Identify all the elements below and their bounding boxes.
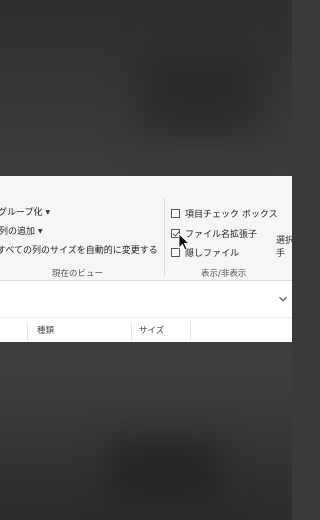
- column-header-type[interactable]: 種類: [37, 324, 54, 336]
- group-divider: [164, 198, 165, 276]
- video-frame: グループ化 ▼ 列の追加 ▼ すべての列のサイズを自動的に変更する 現在のビュー 項…: [0, 0, 292, 520]
- current-view-group-label: 現在のビュー: [52, 269, 104, 279]
- hide-selected-button-clipped[interactable]: 選択: [276, 233, 292, 246]
- size-all-columns-label: すべての列のサイズを自動的に変更する: [0, 246, 158, 256]
- blurred-background-top: [140, 55, 260, 135]
- file-extensions-label: ファイル名拡張子: [185, 229, 258, 240]
- column-header-row: 種類 サイズ: [0, 317, 292, 342]
- view-ribbon: グループ化 ▼ 列の追加 ▼ すべての列のサイズを自動的に変更する 現在のビュー 項…: [0, 176, 292, 281]
- item-checkboxes-label: 項目チェック ボックス: [185, 209, 278, 220]
- item-checkboxes-toggle[interactable]: 項目チェック ボックス: [171, 206, 278, 220]
- hidden-items-label: 隠しファイル: [185, 248, 240, 259]
- column-separator[interactable]: [131, 322, 132, 340]
- chevron-down-icon[interactable]: [278, 294, 288, 304]
- mouse-cursor-icon: [178, 233, 191, 251]
- dropdown-arrow-icon: ▼: [38, 228, 43, 235]
- group-by-button[interactable]: グループ化 ▼: [0, 207, 50, 219]
- dropdown-arrow-icon: ▼: [45, 209, 51, 216]
- address-bar-area: [0, 281, 292, 311]
- add-columns-button[interactable]: 列の追加 ▼: [0, 226, 43, 238]
- add-columns-label: 列の追加: [0, 227, 36, 237]
- group-by-label: グループ化: [0, 208, 43, 218]
- show-hide-group-label: 表示/非表示: [201, 269, 247, 279]
- size-all-columns-button[interactable]: すべての列のサイズを自動的に変更する: [0, 245, 158, 257]
- hide-selected-button-clipped-2[interactable]: 手: [276, 246, 285, 259]
- column-separator[interactable]: [190, 322, 191, 340]
- column-separator[interactable]: [27, 322, 28, 340]
- blurred-background-bottom: [110, 440, 220, 500]
- column-header-size[interactable]: サイズ: [139, 324, 164, 336]
- file-explorer-window: グループ化 ▼ 列の追加 ▼ すべての列のサイズを自動的に変更する 現在のビュー 項…: [0, 176, 292, 342]
- checkbox-icon[interactable]: [171, 208, 180, 218]
